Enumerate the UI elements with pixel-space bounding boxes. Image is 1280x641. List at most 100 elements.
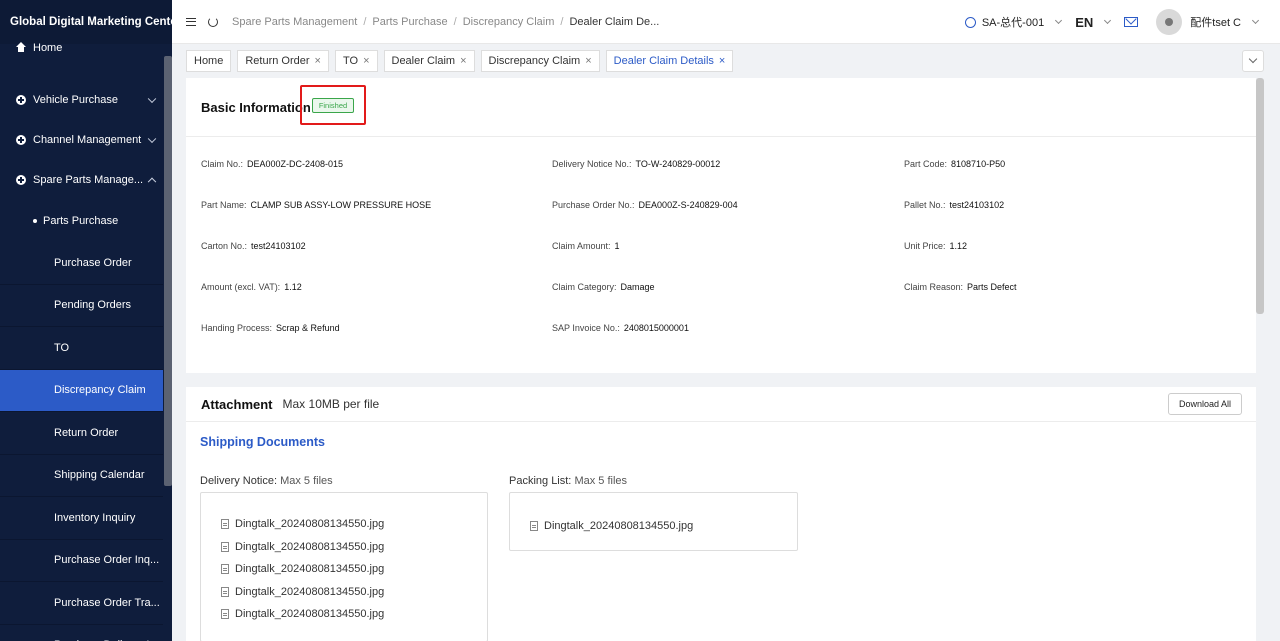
chevron-down-icon — [1248, 54, 1258, 64]
field-part-name: Part Name: CLAMP SUB ASSY-LOW PRESSURE HO… — [201, 200, 432, 210]
field-purchase-order-no: Purchase Order No.: DEA000Z-S-240829-004 — [552, 200, 738, 210]
packing-list-label: Packing List: Max 5 files — [509, 475, 628, 487]
download-all-button[interactable]: Download All — [1167, 393, 1242, 415]
refresh-icon[interactable] — [208, 16, 218, 27]
file-icon — [221, 564, 229, 575]
top-header: Spare Parts Management / Parts Purchase … — [172, 0, 1280, 44]
sidebar-item-return-order[interactable]: Return Order — [0, 412, 163, 455]
file-item[interactable]: Dingtalk_20240808134550.jpg — [221, 513, 487, 536]
sidebar-item-label: Home — [33, 42, 63, 54]
sidebar-menu: Home Vehicle Purchase Channel Management… — [0, 42, 163, 641]
bullet-icon — [33, 219, 37, 223]
header-actions: SA-总代-001 EN 配件tset C — [964, 0, 1260, 44]
home-icon — [16, 42, 26, 52]
sidebar-item-spare-parts[interactable]: Spare Parts Manage... — [0, 160, 163, 200]
close-icon[interactable]: × — [460, 55, 466, 67]
shipping-documents-title: Shipping Documents — [200, 435, 325, 449]
sidebar-item-inventory-inquiry[interactable]: Inventory Inquiry — [0, 497, 163, 540]
file-item[interactable]: Dingtalk_20240808134550.jpg — [221, 558, 487, 581]
sidebar-item-purchase-order-tracking[interactable]: Purchase Order Tra... — [0, 582, 163, 625]
chevron-down-icon[interactable] — [1251, 16, 1260, 25]
user-icon — [964, 16, 976, 28]
field-claim-amount: Claim Amount: 1 — [552, 241, 620, 251]
tab-home[interactable]: Home — [186, 50, 232, 72]
tab-label: Discrepancy Claim — [488, 55, 581, 67]
sidebar-item-to[interactable]: TO — [0, 327, 163, 370]
sidebar-item-home[interactable]: Home — [0, 42, 163, 54]
user-name[interactable]: 配件tset C — [1190, 14, 1241, 30]
packing-list-files: Dingtalk_20240808134550.jpg — [509, 492, 798, 551]
plus-circle-icon — [16, 175, 26, 185]
sidebar-item-purchase-order[interactable]: Purchase Order — [0, 242, 163, 285]
file-item[interactable]: Dingtalk_20240808134550.jpg — [221, 603, 487, 626]
field-claim-category: Claim Category: Damage — [552, 282, 655, 292]
tab-dealer-claim[interactable]: Dealer Claim × — [383, 50, 475, 72]
tab-label: TO — [342, 55, 359, 67]
file-item[interactable]: Dingtalk_20240808134550.jpg — [221, 536, 487, 559]
status-highlight: Finished — [300, 85, 366, 125]
sidebar-item-shipping-calendar[interactable]: Shipping Calendar — [0, 455, 163, 497]
tab-return-order[interactable]: Return Order × — [237, 50, 329, 72]
sidebar-item-label: Channel Management — [33, 134, 142, 146]
language-selector[interactable]: EN — [1075, 15, 1093, 30]
breadcrumb-item[interactable]: Parts Purchase — [372, 16, 447, 28]
field-handing-process: Handing Process: Scrap & Refund — [201, 323, 340, 333]
field-amount-excl-vat: Amount (excl. VAT): 1.12 — [201, 282, 302, 292]
sidebar-item-parts-purchase[interactable]: Parts Purchase — [0, 200, 163, 242]
mail-icon[interactable] — [1124, 17, 1139, 27]
close-icon[interactable]: × — [363, 55, 369, 67]
close-icon[interactable]: × — [315, 55, 321, 67]
plus-circle-icon — [16, 135, 26, 145]
file-icon — [221, 541, 229, 552]
field-delivery-notice-no: Delivery Notice No.: TO-W-240829-00012 — [552, 159, 721, 169]
breadcrumb-item[interactable]: Spare Parts Management — [232, 16, 357, 28]
attachment-header: Attachment Max 10MB per file Download Al… — [186, 387, 1256, 422]
sidebar-item-label: Parts Purchase — [43, 215, 119, 227]
field-pallet-no: Pallet No.: test24103102 — [904, 200, 1005, 210]
file-icon — [221, 609, 229, 620]
sidebar-scrollbar[interactable] — [164, 56, 172, 486]
close-icon[interactable]: × — [585, 55, 591, 67]
attachment-limit: Max 10MB per file — [282, 397, 380, 411]
chevron-down-icon — [147, 94, 157, 104]
sidebar-item-purchase-order-inquiry[interactable]: Purchase Order Inq... — [0, 540, 163, 582]
breadcrumb-separator: / — [453, 15, 457, 28]
breadcrumb-separator: / — [560, 15, 564, 28]
account-selector[interactable]: SA-总代-001 — [982, 14, 1044, 30]
status-badge: Finished — [311, 97, 355, 113]
tabs-dropdown-button[interactable] — [1242, 50, 1264, 72]
field-part-code: Part Code: 8108710-P50 — [904, 159, 1006, 169]
tab-discrepancy-claim[interactable]: Discrepancy Claim × — [480, 50, 600, 72]
breadcrumb-current: Dealer Claim De... — [569, 15, 660, 28]
delivery-notice-files: Dingtalk_20240808134550.jpg Dingtalk_202… — [200, 492, 488, 641]
basic-information-card: Basic Information Finished Claim No.: DEA… — [186, 78, 1256, 373]
file-item[interactable]: Dingtalk_20240808134550.jpg — [221, 581, 487, 604]
file-icon — [221, 586, 229, 597]
breadcrumb-separator: / — [363, 15, 367, 28]
chevron-up-icon — [147, 177, 157, 187]
sidebar-item-pending-orders[interactable]: Pending Orders — [0, 285, 163, 327]
sidebar-item-vehicle-purchase[interactable]: Vehicle Purchase — [0, 80, 163, 120]
tab-to[interactable]: TO × — [334, 50, 378, 72]
breadcrumb: Spare Parts Management / Parts Purchase … — [232, 16, 659, 28]
breadcrumb-item[interactable]: Discrepancy Claim — [463, 16, 555, 28]
sidebar-item-discrepancy-claim[interactable]: Discrepancy Claim — [0, 369, 163, 412]
tab-label: Dealer Claim Details — [613, 55, 714, 67]
chevron-down-icon[interactable] — [1055, 16, 1063, 25]
brand-title: Global Digital Marketing Center — [0, 0, 172, 44]
delivery-notice-label: Delivery Notice: Max 5 files — [200, 475, 333, 487]
sidebar-item-label: Spare Parts Manage... — [33, 174, 144, 186]
menu-toggle-icon[interactable] — [186, 17, 196, 26]
page-tabs: Home Return Order × TO × Dealer Claim × Dis… — [186, 50, 734, 72]
sidebar-item-label: Vehicle Purchase — [33, 94, 118, 106]
tab-dealer-claim-details[interactable]: Dealer Claim Details × — [605, 50, 734, 72]
content-scrollbar[interactable] — [1256, 78, 1264, 314]
chevron-down-icon[interactable] — [1104, 16, 1112, 25]
sidebar-item-purchase-delivery[interactable]: Purchase Delivery I... — [0, 625, 163, 641]
sidebar: Global Digital Marketing Center Home Veh… — [0, 0, 172, 641]
field-sap-invoice-no: SAP Invoice No.: 2408015000001 — [552, 323, 689, 333]
close-icon[interactable]: × — [719, 55, 725, 67]
file-item[interactable]: Dingtalk_20240808134550.jpg — [530, 519, 797, 533]
sidebar-item-channel-management[interactable]: Channel Management — [0, 120, 163, 160]
avatar[interactable] — [1156, 9, 1183, 35]
